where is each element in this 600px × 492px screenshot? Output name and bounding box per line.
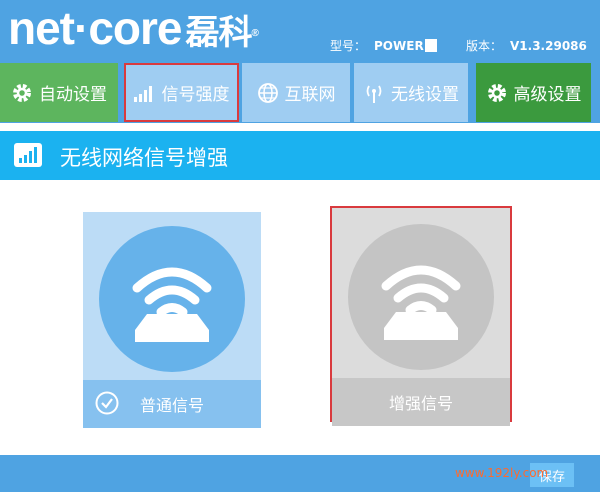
tab-wireless-settings[interactable]: 无线设置	[354, 63, 468, 122]
tab-auto-setup[interactable]: 自动设置	[0, 63, 118, 122]
router-wifi-icon	[99, 226, 245, 372]
nav-separator	[0, 123, 600, 131]
section-header: 无线网络信号增强	[0, 131, 600, 180]
tab-label: 高级设置	[513, 85, 582, 105]
watermark-text: www.192ly.com	[455, 466, 549, 480]
version-info: 版本： V1.3.29086	[466, 37, 587, 54]
tab-label: 无线设置	[391, 85, 459, 105]
router-admin-window: net·core 磊科® 型号： POWER 版本： V1.3.29086 自动设置 …	[0, 0, 600, 492]
registered-mark: ®	[251, 28, 258, 39]
logo-cn-text: 磊科	[185, 13, 252, 53]
logo-text: net·core	[8, 2, 182, 54]
tab-advanced-settings[interactable]: 高级设置	[476, 63, 591, 122]
section-title: 无线网络信号增强	[60, 146, 228, 170]
signal-bars-icon	[133, 84, 156, 102]
model-redaction-box	[424, 39, 437, 52]
netcore-logo: net·core 磊科®	[8, 0, 259, 61]
tab-label: 自动设置	[39, 85, 107, 105]
normal-signal-option[interactable]: 普通信号	[83, 212, 261, 428]
model-info: 型号： POWER	[330, 37, 437, 54]
option-label: 增强信号	[388, 394, 453, 413]
version-label: 版本：	[466, 39, 503, 53]
check-circle-icon	[95, 391, 119, 415]
main-nav: 自动设置 信号强度 互联网 无线设置 高级设置	[0, 63, 600, 123]
gear-icon	[11, 82, 33, 104]
version-value: V1.3.29086	[510, 39, 587, 53]
globe-icon	[257, 82, 279, 104]
tab-label: 互联网	[284, 85, 336, 105]
router-wifi-icon	[348, 224, 494, 370]
option-label: 普通信号	[139, 396, 204, 415]
model-label: 型号：	[330, 39, 367, 53]
model-value: POWER	[374, 39, 424, 53]
tab-label: 信号强度	[161, 85, 230, 105]
gear-icon	[486, 82, 508, 104]
option-label-bar: 增强信号	[332, 378, 510, 426]
tab-signal-strength[interactable]: 信号强度	[124, 63, 239, 122]
boost-signal-option[interactable]: 增强信号	[330, 206, 512, 426]
header-bar: net·core 磊科® 型号： POWER 版本： V1.3.29086	[0, 0, 600, 63]
tab-internet[interactable]: 互联网	[242, 63, 350, 122]
signal-bars-icon	[14, 143, 42, 167]
wireless-antenna-icon	[363, 82, 385, 104]
option-label-bar: 普通信号	[83, 380, 261, 428]
